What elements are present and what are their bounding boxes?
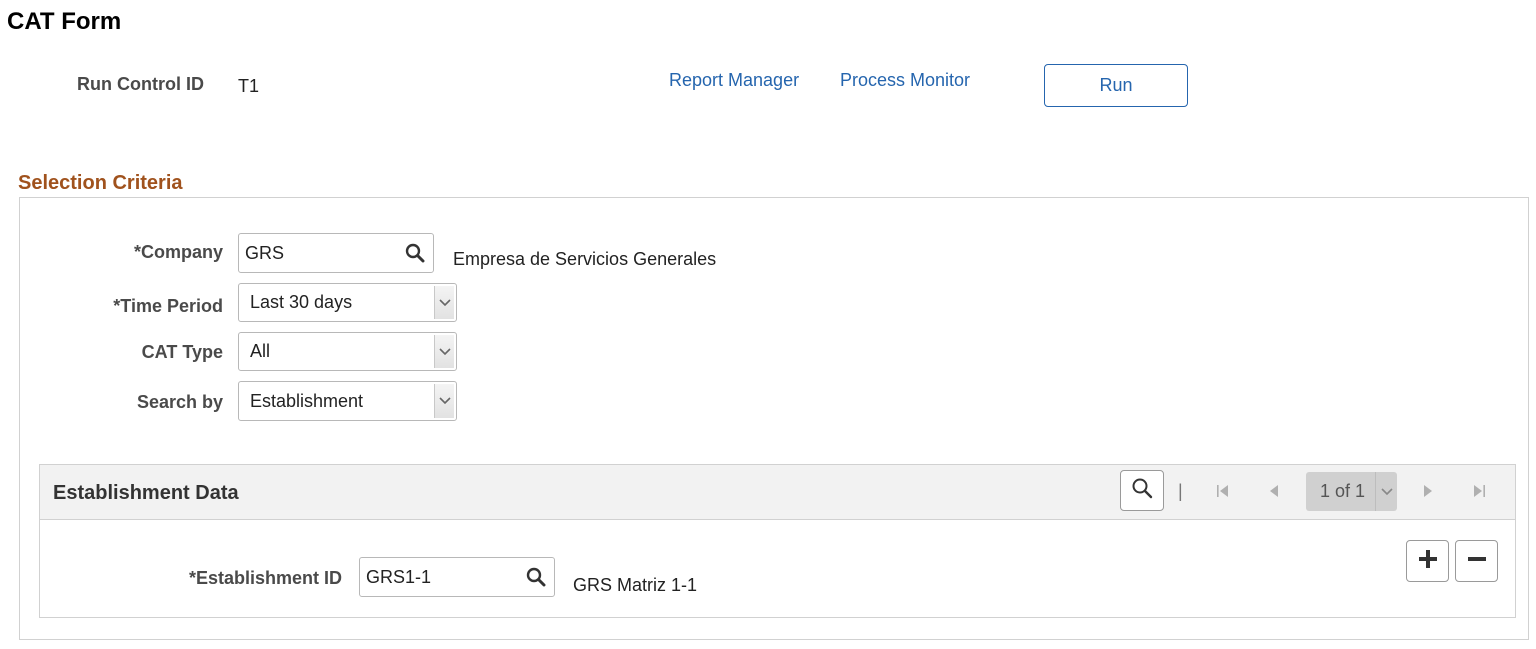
cat-type-value: All: [250, 341, 271, 361]
establishment-id-label: *Establishment ID: [189, 568, 343, 588]
time-period-select[interactable]: Last 30 days: [238, 283, 457, 322]
add-row-button[interactable]: [1406, 540, 1449, 582]
cat-type-label: CAT Type: [141, 342, 223, 362]
report-manager-link[interactable]: Report Manager: [669, 70, 799, 91]
search-by-label: Search by: [136, 392, 223, 412]
run-control-id-value: T1: [238, 76, 260, 96]
chevron-down-icon: [434, 286, 454, 319]
section-title-selection-criteria: Selection Criteria: [18, 172, 183, 194]
page-title: CAT Form: [7, 8, 122, 35]
run-button[interactable]: Run: [1044, 64, 1188, 107]
delete-row-button[interactable]: [1455, 540, 1498, 582]
search-icon: [1131, 477, 1153, 504]
cat-type-select[interactable]: All: [238, 332, 457, 371]
time-period-label: *Time Period: [113, 296, 223, 316]
company-label: *Company: [133, 242, 223, 262]
establishment-data-grid: Establishment Data | 1 of 1 *Establishme…: [39, 464, 1516, 618]
establishment-description: GRS Matriz 1-1: [573, 575, 698, 595]
toolbar-separator: |: [1178, 481, 1183, 501]
search-by-select[interactable]: Establishment: [238, 381, 457, 421]
establishment-id-input[interactable]: GRS1-1: [359, 557, 555, 597]
plus-icon: [1418, 549, 1438, 574]
minus-icon: [1467, 549, 1487, 574]
last-page-icon[interactable]: [1467, 479, 1491, 503]
page-indicator: 1 of 1: [1319, 481, 1366, 501]
run-control-id-label: Run Control ID: [77, 74, 204, 94]
grid-find-button[interactable]: [1120, 470, 1164, 511]
search-by-value: Establishment: [250, 390, 364, 411]
process-monitor-link[interactable]: Process Monitor: [840, 70, 970, 91]
next-page-icon[interactable]: [1416, 479, 1440, 503]
chevron-down-icon: [1375, 472, 1397, 511]
company-input[interactable]: GRS: [238, 233, 434, 273]
establishment-id-value: GRS1-1: [366, 566, 432, 587]
time-period-value: Last 30 days: [250, 292, 353, 312]
search-icon[interactable]: [518, 558, 554, 596]
page-selector[interactable]: 1 of 1: [1306, 472, 1397, 511]
first-page-icon[interactable]: [1211, 479, 1235, 503]
previous-page-icon[interactable]: [1262, 479, 1286, 503]
company-input-value: GRS: [245, 242, 285, 263]
grid-title: Establishment Data: [53, 482, 239, 504]
company-description: Empresa de Servicios Generales: [453, 249, 717, 269]
chevron-down-icon: [434, 335, 454, 368]
chevron-down-icon: [434, 384, 454, 418]
search-icon[interactable]: [397, 234, 433, 272]
grid-header: Establishment Data | 1 of 1: [40, 465, 1515, 520]
